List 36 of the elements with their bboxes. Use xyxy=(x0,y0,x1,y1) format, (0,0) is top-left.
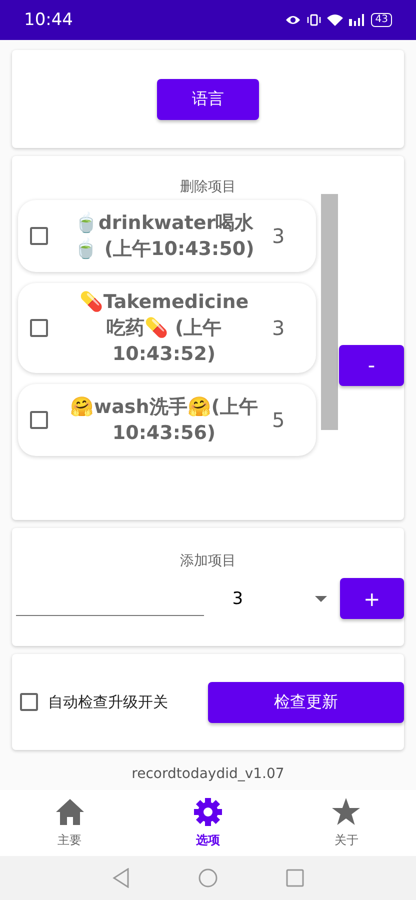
star-icon xyxy=(331,798,362,826)
checkbox[interactable] xyxy=(20,693,38,711)
section-title: 删除项目 xyxy=(180,178,236,196)
checkbox[interactable] xyxy=(30,411,48,429)
item-count: 3 xyxy=(272,316,286,340)
add-button[interactable]: + xyxy=(340,578,404,619)
clock: 10:44 xyxy=(24,10,73,30)
checkbox[interactable] xyxy=(30,227,48,245)
section-title: 添加项目 xyxy=(180,552,236,570)
item-label: 💊Takemedicine吃药💊 (上午10:43:52) xyxy=(78,290,250,367)
battery-level: 43 xyxy=(371,13,392,27)
nav-tab[interactable]: 关于 xyxy=(325,796,368,850)
count-dropdown[interactable]: 3 xyxy=(232,588,327,608)
wifi-icon xyxy=(327,14,344,26)
remove-button[interactable]: - xyxy=(339,344,404,386)
recents-icon[interactable] xyxy=(286,869,304,887)
item-label: 🤗wash洗手🤗(上午10:43:56) xyxy=(69,395,259,446)
item-count: 3 xyxy=(272,224,286,248)
home-button-icon[interactable] xyxy=(198,868,218,888)
signal-icon xyxy=(349,14,366,26)
dropdown-icon xyxy=(314,596,327,602)
vibrate-icon xyxy=(307,14,322,26)
checkbox[interactable] xyxy=(30,319,48,337)
nav-tab[interactable]: 选项 xyxy=(188,796,228,850)
item-count: 5 xyxy=(272,408,286,432)
list-item[interactable]: 💊Takemedicine吃药💊 (上午10:43:52) 3 xyxy=(18,283,316,373)
home-icon xyxy=(54,798,85,826)
language-button[interactable]: 语言 xyxy=(157,78,259,120)
settings-icon xyxy=(194,798,222,826)
item-label: 🍵drinkwater喝水🍵 (上午10:43:50) xyxy=(72,211,256,262)
back-icon[interactable] xyxy=(112,868,130,888)
version-label: recordtodaydid_v1.07 xyxy=(130,766,286,782)
checkbox-label: 自动检查升级开关 xyxy=(48,692,169,712)
nav-tab[interactable]: 主要 xyxy=(48,796,91,850)
check-update-button[interactable]: 检查更新 xyxy=(208,682,404,722)
eye-icon xyxy=(285,14,302,26)
